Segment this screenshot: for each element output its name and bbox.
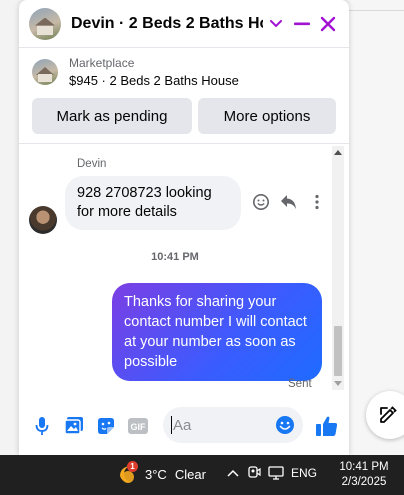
listing-source-label: Marketplace bbox=[69, 56, 135, 70]
network-monitor-icon[interactable] bbox=[268, 466, 284, 480]
gif-label: GIF bbox=[131, 422, 147, 432]
listing-thumbnail bbox=[32, 59, 58, 85]
moon-weather-icon: 1 bbox=[115, 461, 138, 485]
message-input-placeholder: Aa bbox=[173, 416, 192, 434]
listing-avatar[interactable] bbox=[29, 7, 61, 40]
chat-title[interactable]: Devin · 2 Beds 2 Baths Ho… bbox=[71, 15, 263, 33]
message-scrollbar[interactable] bbox=[332, 146, 344, 390]
scrollbar-thumb[interactable] bbox=[334, 326, 342, 376]
sticker-icon[interactable] bbox=[95, 415, 117, 437]
input-language[interactable]: ENG bbox=[291, 466, 317, 480]
listing-info[interactable]: Marketplace $945 · 2 Beds 2 Baths House bbox=[19, 48, 349, 96]
minimize-icon[interactable] bbox=[289, 11, 315, 37]
desktop-background bbox=[349, 0, 404, 455]
weather-widget[interactable]: 1 3°C Clear bbox=[115, 461, 206, 485]
photo-icon[interactable] bbox=[63, 415, 85, 437]
listing-summary: $945 · 2 Beds 2 Baths House bbox=[69, 73, 239, 88]
clock-time: 10:41 PM bbox=[339, 461, 389, 473]
edit-icon bbox=[380, 406, 397, 423]
sender-name: Devin bbox=[77, 158, 107, 170]
listing-actions: Mark as pending More options bbox=[19, 96, 349, 134]
outgoing-message: Thanks for sharing your contact number I… bbox=[112, 283, 322, 381]
scroll-up-arrow-icon[interactable] bbox=[334, 150, 342, 155]
more-vertical-icon[interactable] bbox=[307, 192, 327, 212]
weather-alert-badge: 1 bbox=[127, 461, 138, 472]
microphone-icon[interactable] bbox=[31, 415, 53, 437]
weather-temperature: 3°C bbox=[145, 466, 167, 482]
message-timestamp: 10:41 PM bbox=[151, 251, 199, 263]
message-list: Devin 928 2708723 looking for more detai… bbox=[19, 144, 349, 394]
chat-header[interactable]: Devin · 2 Beds 2 Baths Ho… bbox=[19, 0, 349, 48]
taskbar-clock[interactable]: 10:41 PM 2/3/2025 bbox=[336, 460, 392, 490]
thumbs-up-icon[interactable] bbox=[315, 414, 339, 438]
chevron-up-icon[interactable] bbox=[226, 468, 240, 478]
mark-as-pending-button[interactable]: Mark as pending bbox=[32, 98, 192, 134]
close-icon[interactable] bbox=[315, 11, 341, 37]
weather-condition: Clear bbox=[174, 466, 206, 482]
system-tray: ENG bbox=[226, 465, 317, 481]
clock-date: 2/3/2025 bbox=[341, 476, 387, 488]
more-options-button[interactable]: More options bbox=[198, 98, 336, 134]
emoji-icon[interactable] bbox=[275, 415, 295, 435]
background-divider bbox=[349, 10, 404, 11]
react-smiley-icon[interactable] bbox=[251, 192, 271, 212]
gif-icon[interactable]: GIF bbox=[127, 415, 149, 437]
delivery-status: Sent bbox=[288, 378, 312, 390]
message-composer: GIF Aa bbox=[19, 402, 349, 450]
message-actions bbox=[251, 192, 327, 212]
message-input[interactable]: Aa bbox=[163, 407, 303, 443]
windows-taskbar: 1 3°C Clear ENG 10:41 PM 2/3/2025 bbox=[0, 455, 404, 495]
meet-now-icon[interactable] bbox=[247, 465, 261, 481]
reply-icon[interactable] bbox=[279, 192, 299, 212]
text-caret bbox=[171, 416, 172, 434]
chevron-down-icon[interactable] bbox=[263, 11, 289, 37]
incoming-message: 928 2708723 looking for more details bbox=[65, 176, 241, 230]
sender-avatar[interactable] bbox=[29, 206, 57, 234]
scroll-down-arrow-icon[interactable] bbox=[334, 381, 342, 386]
chat-window: Devin · 2 Beds 2 Baths Ho… Marketplace $… bbox=[19, 0, 349, 455]
